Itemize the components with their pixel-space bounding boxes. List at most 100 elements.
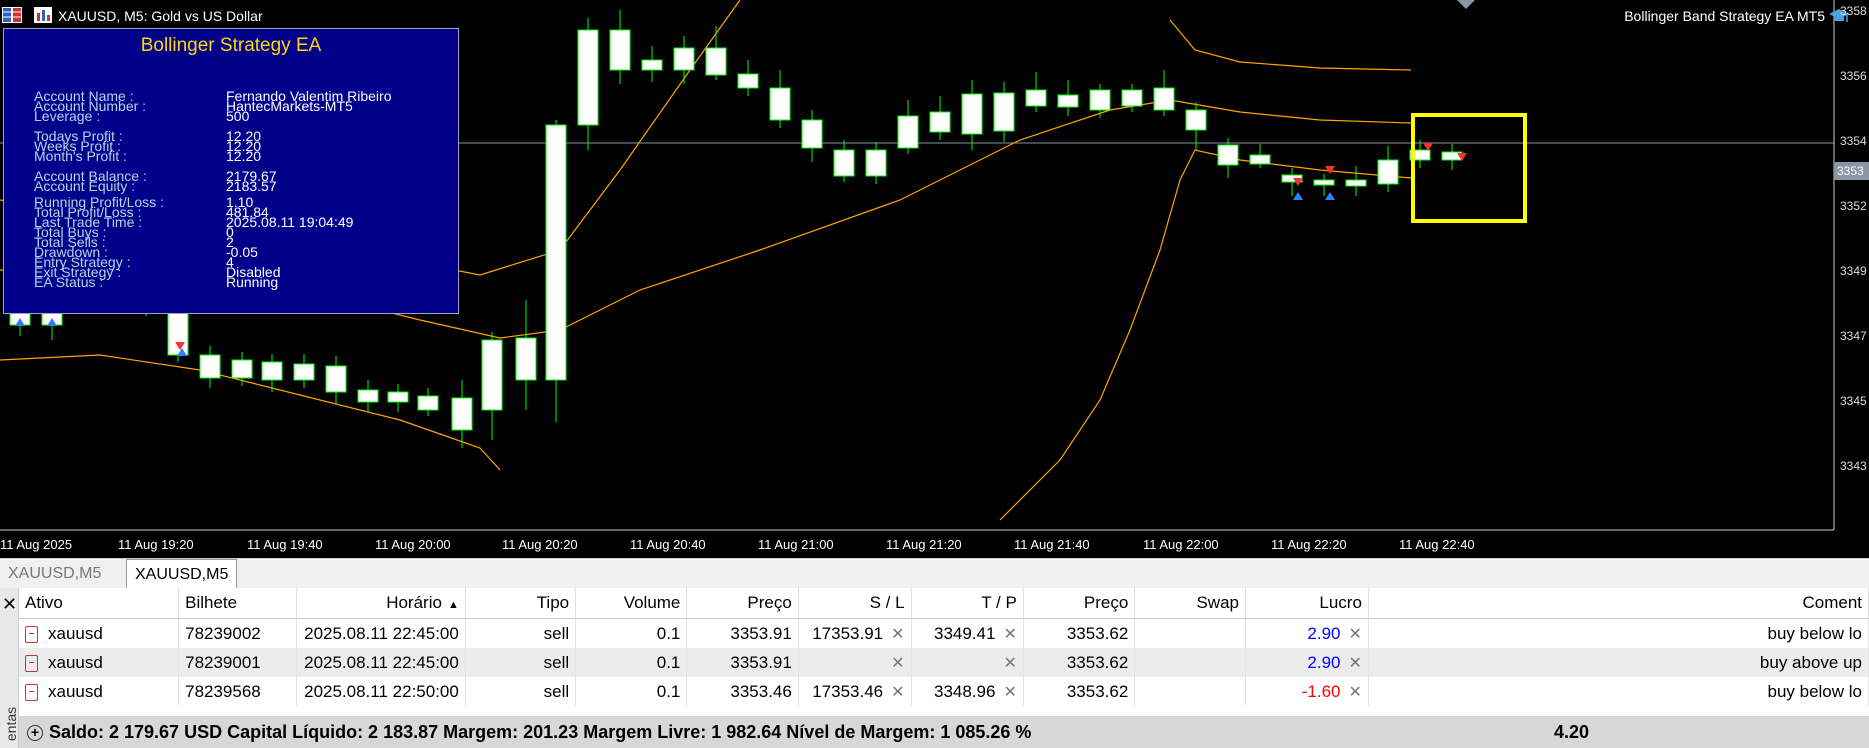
ea-row-value: 2183.57 [226,178,277,194]
price-tick: 3354 [1840,134,1867,148]
candle [993,82,1015,142]
cell-tipo: sell [465,677,577,706]
trade-row[interactable]: xauusd 78239568 2025.08.11 22:50:00 sell 0.1… [19,677,1869,706]
trade-row[interactable]: xauusd 78239001 2025.08.11 22:45:00 sell 0.1… [19,648,1869,677]
candle [1057,80,1079,116]
time-tick: 11 Aug 22:20 [1271,537,1347,552]
cell-sl[interactable]: 17353.46 ✕ [798,677,912,706]
ea-panel-title: Bollinger Strategy EA [140,35,322,56]
ea-row-label: Account Equity : [34,178,136,194]
cell-comment: buy below lo [1368,618,1869,648]
tab-xauusd-1[interactable]: XAUUSD,M5 [0,559,109,588]
col-header[interactable]: Coment [1368,588,1869,619]
time-tick: 11 Aug 20:20 [502,537,578,552]
cell-tp[interactable]: 3349.41 ✕ [911,618,1024,648]
time-tick: 11 Aug 21:20 [886,537,962,552]
ea-row-value: 2025.08.11 19:04:49 [226,214,354,230]
remove-tp-icon[interactable]: ✕ [1003,626,1016,643]
candle [833,140,855,182]
cell-volume: 0.1 [575,648,688,677]
sell-order-icon [25,654,38,672]
col-header[interactable]: Preço [686,588,799,619]
candle [801,110,823,162]
cell-lucro[interactable]: 2.90 ✕ [1245,618,1369,648]
time-tick: 11 Aug 20:40 [630,537,706,552]
col-header[interactable]: Lucro [1245,588,1369,619]
sell-order-icon [25,625,38,643]
cell-lucro[interactable]: -1.60 ✕ [1245,677,1369,706]
candle [1249,144,1271,168]
candle [515,300,537,410]
trades-table: Ativo Bilhete Horário ▲ Tipo Volume Preço… [19,588,1869,706]
cell-sl[interactable]: 17353.91 ✕ [798,618,912,648]
col-header[interactable]: S / L [798,588,912,619]
ea-info-panel: Bollinger Strategy EA Account Name : Fern… [3,28,459,314]
time-tick: 11 Aug 2025 [0,537,73,552]
account-summary-bar: + Saldo: 2 179.67 USD Capital Líquido: 2 … [19,716,1869,748]
candle [387,384,409,412]
cell-tp[interactable]: 3348.96 ✕ [911,677,1024,706]
candle [451,380,473,448]
remove-tp-icon[interactable]: ✕ [1003,684,1016,701]
chart-title: XAUUSD, M5: Gold vs US Dollar [58,8,263,24]
candle [1025,72,1047,112]
price-tick: 3356 [1840,69,1867,83]
bollinger-band-line [999,149,1412,521]
menu-grid-icon[interactable] [2,7,22,23]
highlight-box [1411,113,1527,223]
close-position-icon[interactable]: ✕ [1349,684,1362,701]
chart-window-icon[interactable] [34,7,52,23]
trade-row[interactable]: xauusd 78239002 2025.08.11 22:45:00 sell 0.1… [19,618,1869,648]
total-profit: 4.20 [1554,722,1590,742]
candle [1217,138,1239,178]
col-header[interactable]: Preço [1023,588,1136,619]
close-icon[interactable]: ✕ [2,594,17,615]
cell-tp[interactable]: ✕ [911,648,1024,677]
price-tick: 3349 [1840,264,1867,278]
price-tick: 3347 [1840,329,1867,343]
remove-sl-icon[interactable]: ✕ [891,626,904,643]
col-header[interactable]: Bilhete [178,588,297,619]
ea-row-value: 500 [226,108,250,124]
candle [1153,70,1175,116]
cell-horario: 2025.08.11 22:45:00 [296,648,466,677]
cell-preco: 3353.91 [686,648,799,677]
col-header[interactable]: Tipo [465,588,577,619]
col-header[interactable]: Ativo [19,588,180,619]
ea-row-label: Leverage : [34,108,101,124]
chart-shift-marker-icon[interactable] [1457,0,1475,10]
col-header[interactable]: Swap [1134,588,1246,619]
chart-area[interactable]: XAUUSD, M5: Gold vs US Dollar Bollinger … [0,0,1869,558]
cell-preco-atual: 3353.62 [1023,677,1136,706]
remove-sl-icon[interactable]: ✕ [891,655,904,672]
current-price-label: 3353 [1834,162,1869,180]
col-header[interactable]: T / P [911,588,1024,619]
candle [897,100,919,154]
cell-volume: 0.1 [575,618,688,648]
cell-horario: 2025.08.11 22:50:00 [296,677,466,706]
remove-sl-icon[interactable]: ✕ [891,684,904,701]
toolbox-panel: ✕ entas Ativo Bilhete Horário ▲ Tipo Volu… [0,588,1869,748]
add-circle-icon[interactable]: + [27,725,43,742]
remove-tp-icon[interactable]: ✕ [1003,655,1016,672]
cell-bilhete: 78239001 [178,648,297,677]
bollinger-band-line [1169,19,1412,71]
close-position-icon[interactable]: ✕ [1349,655,1362,672]
candle [293,354,315,388]
candle [1377,146,1399,192]
candle [1441,144,1463,170]
close-position-icon[interactable]: ✕ [1349,626,1362,643]
toolbox-side-label: entas [3,706,20,742]
price-tick: 3343 [1840,459,1867,473]
cell-lucro[interactable]: 2.90 ✕ [1245,648,1369,677]
price-tick: 3345 [1840,394,1867,408]
candle [929,96,951,140]
candle [737,60,759,96]
ea-name-label: Bollinger Band Strategy EA MT5 [1624,8,1825,24]
cell-swap [1134,648,1246,677]
candle [705,26,727,80]
col-header[interactable]: Volume [575,588,688,619]
cell-sl[interactable]: ✕ [798,648,912,677]
tab-xauusd-2[interactable]: XAUUSD,M5 [126,559,238,589]
col-header[interactable]: Horário ▲ [296,588,466,619]
